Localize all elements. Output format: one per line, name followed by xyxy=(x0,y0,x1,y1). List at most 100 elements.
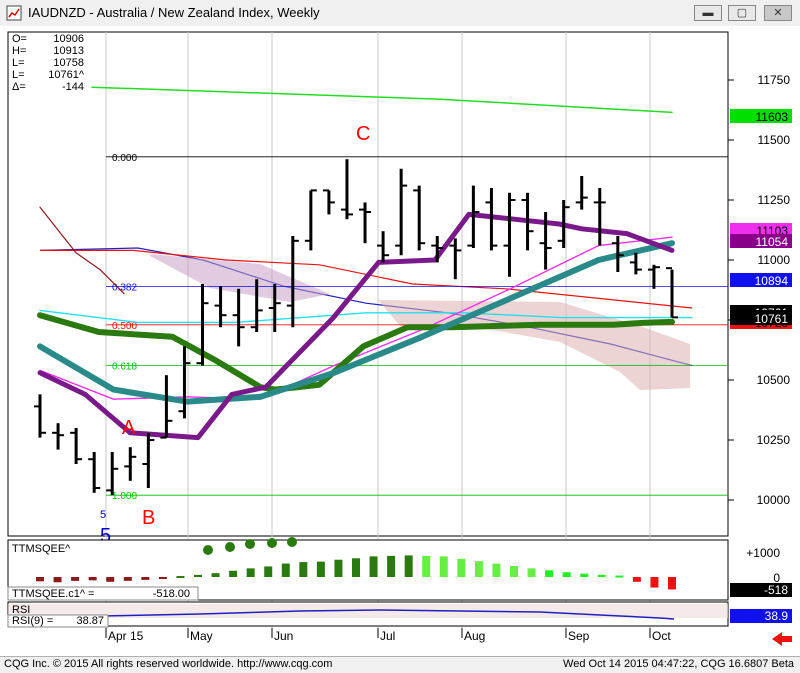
ttm-bar xyxy=(597,574,606,577)
status-bar: CQG Inc. © 2015 All rights reserved worl… xyxy=(0,656,800,673)
rsi-readout-label: RSI(9) = xyxy=(12,615,53,627)
y-tick-label: 11250 xyxy=(758,193,791,207)
squeeze-dot xyxy=(203,545,213,555)
squeeze-dot xyxy=(287,537,297,547)
price-tag-value: 10894 xyxy=(755,274,789,288)
ttm-bar xyxy=(668,577,676,590)
ohlc-key: Δ= xyxy=(12,81,26,93)
ttm-bar xyxy=(36,577,44,582)
last-price-tag: 10761 xyxy=(730,310,792,326)
y-tick-label: 10500 xyxy=(757,373,791,387)
squeeze-dot xyxy=(245,539,255,549)
x-tick-label: Aug xyxy=(464,629,485,643)
ttm-bar xyxy=(141,577,150,580)
ttm-bar xyxy=(457,558,466,577)
ttm-bar xyxy=(106,577,115,582)
y-tick-label: 10250 xyxy=(757,433,791,447)
ohlc-key: L= xyxy=(12,57,25,69)
minimize-button[interactable]: ▬ xyxy=(694,5,722,21)
ttm-bar xyxy=(299,562,308,577)
ttm-bar xyxy=(422,555,431,577)
wave-label: B xyxy=(142,507,155,529)
ttm-bar xyxy=(229,570,238,577)
rsi-readout-value: 38.87 xyxy=(76,615,104,627)
x-tick-label: Jun xyxy=(274,629,293,643)
last-price-tag-value: 10761 xyxy=(755,312,789,326)
window-title: IAUDNZD - Australia / New Zealand Index,… xyxy=(28,5,320,20)
chart-window: IAUDNZD - Australia / New Zealand Index,… xyxy=(0,0,800,673)
ttm-bar xyxy=(246,568,255,577)
ttm-readout-label: TTMSQEE.c1^ = xyxy=(12,588,94,600)
ttm-bar xyxy=(527,568,536,577)
copyright-text: CQG Inc. © 2015 All rights reserved worl… xyxy=(4,658,333,670)
ttm-bar xyxy=(316,561,325,577)
y-tick-label: 11750 xyxy=(758,73,791,87)
ohlc-key: L= xyxy=(12,69,25,81)
ohlc-value: 10913 xyxy=(53,45,84,57)
x-tick-label: Sep xyxy=(568,629,590,643)
close-button[interactable]: ✕ xyxy=(764,5,792,21)
ttm-bar xyxy=(211,573,220,577)
ohlc-value: -144 xyxy=(62,81,84,93)
ttm-bar xyxy=(580,573,589,577)
ttm-bar xyxy=(369,556,378,577)
fib-label: 0.618 xyxy=(112,362,137,373)
ttm-bar xyxy=(123,577,132,581)
ttm-value-tag: -518 xyxy=(764,583,788,597)
ttm-bar xyxy=(264,566,273,577)
ttm-bar xyxy=(387,555,396,577)
app-icon xyxy=(6,5,22,21)
x-tick-label: Apr 15 xyxy=(108,629,144,643)
fib-label: 0.382 xyxy=(112,282,137,293)
ttm-bar xyxy=(650,577,659,588)
ttm-label: TTMSQEE^ xyxy=(12,543,71,555)
price-tag-value: 11603 xyxy=(756,110,789,124)
price-chart[interactable]: 0.0000.3820.5000.6181.000 CAB55 11750115… xyxy=(0,26,800,656)
price-tag: 10894 xyxy=(730,273,792,288)
ttm-bar xyxy=(632,577,641,582)
ttm-bar xyxy=(492,563,501,577)
fib-label: 1.000 xyxy=(112,491,137,502)
ttm-bar xyxy=(334,559,343,577)
price-tag: 11054 xyxy=(730,234,792,249)
ttm-bar xyxy=(88,577,97,581)
ttm-bar xyxy=(281,563,290,577)
x-tick-label: May xyxy=(190,629,213,643)
y-tick-label: 11000 xyxy=(758,253,791,267)
ttm-bar xyxy=(474,561,483,577)
ttm-bar xyxy=(176,576,185,579)
ttm-tick-label: +1000 xyxy=(746,546,780,560)
ttm-bar xyxy=(352,558,360,577)
ohlc-value: 10758 xyxy=(53,57,84,69)
ttm-bar xyxy=(53,577,62,583)
ttm-bar xyxy=(404,555,413,577)
ohlc-key: O= xyxy=(12,33,27,45)
ttm-bar xyxy=(439,556,448,577)
wave-label: A xyxy=(122,417,136,439)
fib-label: 0.000 xyxy=(112,153,137,164)
price-tag: 11603 xyxy=(730,109,792,124)
squeeze-dot xyxy=(225,542,235,552)
x-tick-label: Jul xyxy=(380,629,395,643)
ttm-readout-value: -518.00 xyxy=(153,588,190,600)
maximize-button[interactable]: ▢ xyxy=(728,5,756,21)
ttm-bar xyxy=(615,575,624,578)
rsi-value-tag: 38.9 xyxy=(765,609,789,623)
squeeze-dot xyxy=(267,538,277,548)
ttm-bar xyxy=(194,574,202,577)
price-tag-value: 11054 xyxy=(756,235,789,249)
ttm-bar xyxy=(562,572,571,577)
ohlc-value: 10761^ xyxy=(48,69,85,81)
wave-label: C xyxy=(356,123,370,145)
y-tick-label: 11500 xyxy=(758,133,791,147)
ttm-bar xyxy=(158,577,167,579)
x-tick-label: Oct xyxy=(652,629,671,643)
ohlc-key: H= xyxy=(12,45,26,57)
ttm-bar xyxy=(71,577,80,581)
title-bar[interactable]: IAUDNZD - Australia / New Zealand Index,… xyxy=(0,0,800,27)
y-tick-label: 10000 xyxy=(757,493,791,507)
ohlc-value: 10906 xyxy=(53,33,84,45)
wave-label: 5 xyxy=(100,509,106,521)
ttm-bar xyxy=(510,565,518,577)
ttm-bar xyxy=(545,570,554,577)
